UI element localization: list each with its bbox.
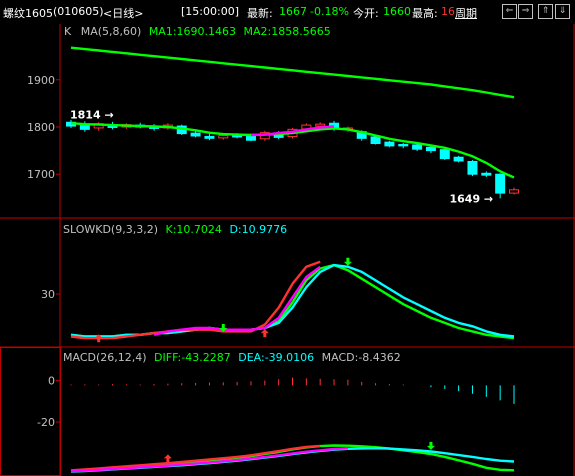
ma1-value: MA1:1690.1463 xyxy=(149,25,236,38)
title-bar: 螺纹1605 (010605) <日线> [15:00:00] 最新: 1667… xyxy=(0,0,575,24)
macd-value: MACD:-8.4362 xyxy=(322,351,401,364)
kd-legend: SLOWKD(9,3,3,2) K:10.7024 D:10.9776 xyxy=(63,223,287,236)
cycle-button[interactable]: 周期 xyxy=(455,5,477,21)
candle-down xyxy=(232,135,243,138)
open-label: 今开: xyxy=(353,7,379,20)
kd-params: SLOWKD(9,3,3,2) xyxy=(63,223,158,236)
candle-down xyxy=(190,132,201,137)
arrow-right-icon[interactable]: ⇒ xyxy=(518,4,533,19)
signal-arrow-up-icon xyxy=(163,454,172,463)
candle-up xyxy=(509,189,519,194)
macd-params: MACD(26,12,4) xyxy=(63,351,147,364)
series-k-red xyxy=(70,260,321,340)
price-tick-label: 1900 xyxy=(27,74,55,87)
signal-arrow-down-icon xyxy=(343,257,352,266)
kd-panel: 30 xyxy=(41,257,515,343)
candle-down xyxy=(467,160,478,175)
candle-down xyxy=(370,136,381,145)
dea-value: DEA:-39.0106 xyxy=(238,351,314,364)
time-label: [15:00:00] xyxy=(181,5,239,18)
candle-down xyxy=(412,144,423,150)
kd-tick-label: 30 xyxy=(41,288,55,301)
macd-legend: MACD(26,12,4) DIFF:-43.2287 DEA:-39.0106… xyxy=(63,351,401,364)
macd-panel: 0 -20 xyxy=(37,374,515,473)
signal-arrow-down-icon xyxy=(426,441,435,450)
macd-tick-label: -20 xyxy=(37,416,55,429)
series-ma-long xyxy=(70,46,515,99)
kd-d-value: D:10.9776 xyxy=(229,223,287,236)
candle-down xyxy=(439,149,450,160)
high-annotation: 1814 → xyxy=(70,108,114,121)
arrow-left-icon[interactable]: ⇐ xyxy=(502,4,517,19)
latest-value: 1667 xyxy=(279,5,307,18)
series-k-green xyxy=(70,263,515,340)
candle-down xyxy=(398,143,409,147)
zoom-in-icon[interactable]: ⇑ xyxy=(538,4,553,19)
candle-down xyxy=(495,173,506,194)
candle-down xyxy=(384,141,395,147)
low-annotation: 1649 → xyxy=(449,192,493,205)
change-pct: -0.18% xyxy=(310,5,349,18)
ma-params: MA(5,8,60) xyxy=(81,25,142,38)
zoom-out-icon[interactable]: ⇓ xyxy=(555,4,570,19)
series-diff-red xyxy=(70,444,321,472)
kd-k-value: K:10.7024 xyxy=(166,223,222,236)
candle-down xyxy=(79,125,90,130)
high-value: 16 xyxy=(441,5,455,18)
period-label: <日线> xyxy=(103,7,144,20)
high-label: 最高: xyxy=(412,7,438,20)
candle-up xyxy=(315,123,326,127)
candle-down xyxy=(245,135,256,141)
k-label: K xyxy=(64,25,72,38)
latest-label: 最新: xyxy=(247,7,273,20)
macd-axis-box[interactable] xyxy=(0,347,61,476)
candle-down xyxy=(425,146,436,152)
macd-tick-label: 0 xyxy=(48,374,55,387)
symbol-code: (010605) xyxy=(53,5,104,18)
price-tick-label: 1800 xyxy=(27,121,55,134)
price-legend: K MA(5,8,60) MA1:1690.1463 MA2:1858.5665 xyxy=(64,25,331,38)
signal-arrow-up-icon xyxy=(260,329,269,338)
open-value: 1660 xyxy=(383,5,411,18)
candle-up xyxy=(218,135,229,139)
price-tick-label: 1700 xyxy=(27,168,55,181)
candle-down xyxy=(204,135,215,139)
price-panel: 1900 1800 1700 1814 → 1649 → xyxy=(27,46,519,205)
chart-area[interactable]: K MA(5,8,60) MA1:1690.1463 MA2:1858.5665… xyxy=(0,24,575,476)
diff-value: DIFF:-43.2287 xyxy=(154,351,231,364)
symbol-name: 螺纹1605 xyxy=(3,7,53,20)
candle-down xyxy=(453,156,464,162)
series-d-magenta xyxy=(153,265,321,336)
candle-down xyxy=(481,172,492,176)
ma2-value: MA2:1858.5665 xyxy=(244,25,331,38)
